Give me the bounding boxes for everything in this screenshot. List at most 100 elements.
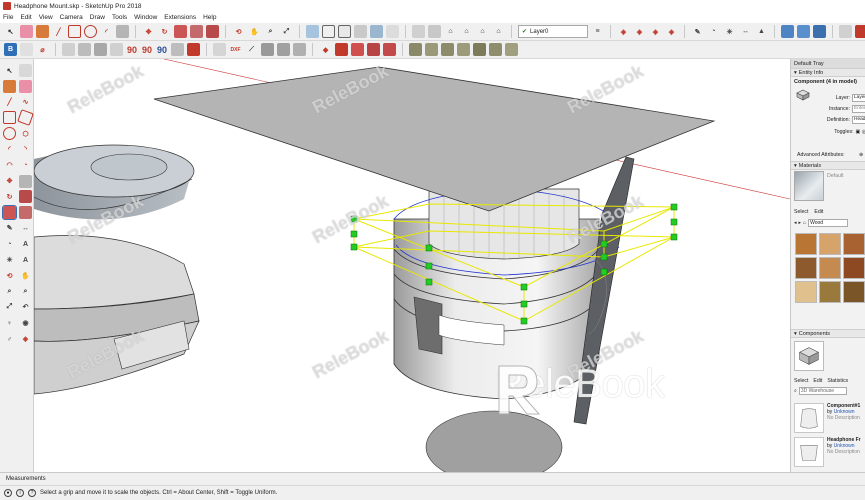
user-icon[interactable]: ? [28,489,36,497]
grip-handle[interactable] [600,253,608,261]
polygon-icon[interactable]: ⬡ [19,127,32,140]
grip-handle[interactable] [350,230,358,238]
library-select[interactable]: Wood [808,219,849,227]
menu-camera[interactable]: Camera [60,14,83,21]
solid-union-icon[interactable]: ◆ [319,43,332,56]
material-swatch[interactable] [819,281,841,303]
menu-view[interactable]: View [39,14,53,21]
position-camera-icon[interactable]: ♀ [3,317,16,330]
plugin-red-box-icon[interactable] [187,43,201,56]
rotated-rect-icon[interactable] [17,109,34,127]
grip-handle[interactable] [350,243,358,251]
layers-icon[interactable] [855,25,865,38]
component-list-item[interactable]: Component#1 by Unknown No Description [794,403,865,435]
line-icon[interactable]: ╱ [3,96,16,109]
rotate-icon[interactable]: ↻ [3,190,16,203]
arc-tool-icon[interactable]: ◜ [100,25,113,38]
shaded-icon[interactable] [354,25,367,38]
scale-icon[interactable] [2,205,17,221]
sandbox-contours-icon[interactable] [409,43,423,56]
components-select-tab[interactable]: Select [794,378,808,384]
plugin-shell-icon[interactable] [94,43,107,56]
push-pull-side-icon[interactable] [19,174,32,188]
material-swatch[interactable] [819,257,841,279]
rotate-90-x-icon[interactable]: 90 [126,43,138,56]
grip-handle[interactable] [425,244,433,252]
pan-tool-icon[interactable]: ✋ [248,25,261,38]
plugin-flatten-icon[interactable] [62,43,75,56]
look-around-icon[interactable]: ◉ [19,317,32,330]
components-search-input[interactable]: 3D Warehouse [798,387,847,395]
components-statistics-tab[interactable]: Statistics [827,378,848,384]
line-tool-icon[interactable]: ╱ [52,25,65,38]
menu-file[interactable]: File [3,14,13,21]
back-arrow-icon[interactable]: ◂ [794,220,797,226]
sandbox-smoove-icon[interactable] [441,43,455,56]
sandbox-detail-icon[interactable] [489,43,503,56]
grip-handle[interactable] [670,218,678,226]
smart-tool-icon[interactable]: ⌀ [36,43,49,56]
grip-handle[interactable] [670,233,678,241]
zoom-extents-icon[interactable]: ⤢ [280,25,293,38]
move-icon[interactable]: ✥ [3,175,16,188]
axes-side-icon[interactable]: ✳ [3,254,16,267]
forward-arrow-icon[interactable]: ▸ [799,220,802,226]
components-edit-tab[interactable]: Edit [813,378,822,384]
grip-handle[interactable] [600,268,608,276]
monochrome-icon[interactable] [386,25,399,38]
select-icon[interactable]: ↖ [3,64,16,77]
zoom-window-icon[interactable]: ⌕ [19,285,32,298]
offset-icon[interactable] [19,206,32,220]
entity-definition-field[interactable]: Headphone [852,115,865,124]
menu-tools[interactable]: Tools [112,14,127,21]
iso-view-icon[interactable] [412,25,425,38]
menu-window[interactable]: Window [134,14,157,21]
materials-header[interactable]: ▾ Materials [791,161,865,170]
component-icon[interactable] [20,43,33,56]
sandbox-stamp-icon[interactable] [457,43,471,56]
rotate-90-z-icon[interactable]: 90 [156,43,168,56]
paint-bucket-icon[interactable] [36,25,49,38]
protractor-icon[interactable]: ◔ [707,25,720,38]
toggle-icons[interactable]: ▣ ◎ [856,129,865,135]
warehouse-icon[interactable] [781,25,794,38]
plugin-edge-icon[interactable]: ⟋ [245,43,258,56]
share-model-icon[interactable] [813,25,826,38]
material-swatch[interactable] [843,257,865,279]
pan-icon[interactable]: ✋ [19,269,32,282]
component-list-item[interactable]: Headphone Fr by Unknown No Description [794,437,865,469]
grip-handle[interactable] [520,300,528,308]
follow-me-side-icon[interactable] [19,190,32,204]
left-view-icon[interactable]: ⌂ [492,25,505,38]
push-pull-icon[interactable] [116,25,129,38]
menu-extensions[interactable]: Extensions [164,14,196,21]
arc-icon[interactable]: ◜ [3,143,16,156]
section-fill-icon[interactable]: ◈ [665,25,678,38]
materials-select-tab[interactable]: Select [794,209,808,215]
erase-icon[interactable] [19,79,32,93]
follow-me-icon[interactable] [206,25,219,38]
geo-location-icon[interactable]: ● [4,489,12,497]
scale-tool-icon[interactable] [174,25,187,38]
section-plane-side-icon[interactable]: ◈ [19,333,32,346]
grip-handle[interactable] [425,262,433,270]
plugin-duplicate-icon[interactable] [171,43,185,56]
solid-subtract-icon[interactable] [335,43,349,56]
credits-icon[interactable]: i [16,489,24,497]
solid-intersect-icon[interactable] [351,43,365,56]
zoom-tool-icon[interactable]: ⌕ [264,25,277,38]
two-point-arc-icon[interactable]: ◝ [19,143,32,156]
sandbox-scratch-icon[interactable] [425,43,439,56]
plugin-box-icon[interactable] [277,43,291,56]
menu-draw[interactable]: Draw [90,14,105,21]
rectangle-icon[interactable] [3,111,16,125]
advanced-expand-icon[interactable]: ⊕ [859,152,863,158]
material-swatch[interactable] [795,281,817,303]
material-swatch[interactable] [795,257,817,279]
entity-info-header[interactable]: ▾ Entity Info [791,68,865,77]
extension-warehouse-icon[interactable] [797,25,810,38]
dxf-export-icon[interactable]: DXF [229,43,242,56]
outliner-icon[interactable] [839,25,852,38]
rotate-90-y-icon[interactable]: 90 [141,43,153,56]
zoom-icon[interactable]: ⌕ [3,285,16,298]
